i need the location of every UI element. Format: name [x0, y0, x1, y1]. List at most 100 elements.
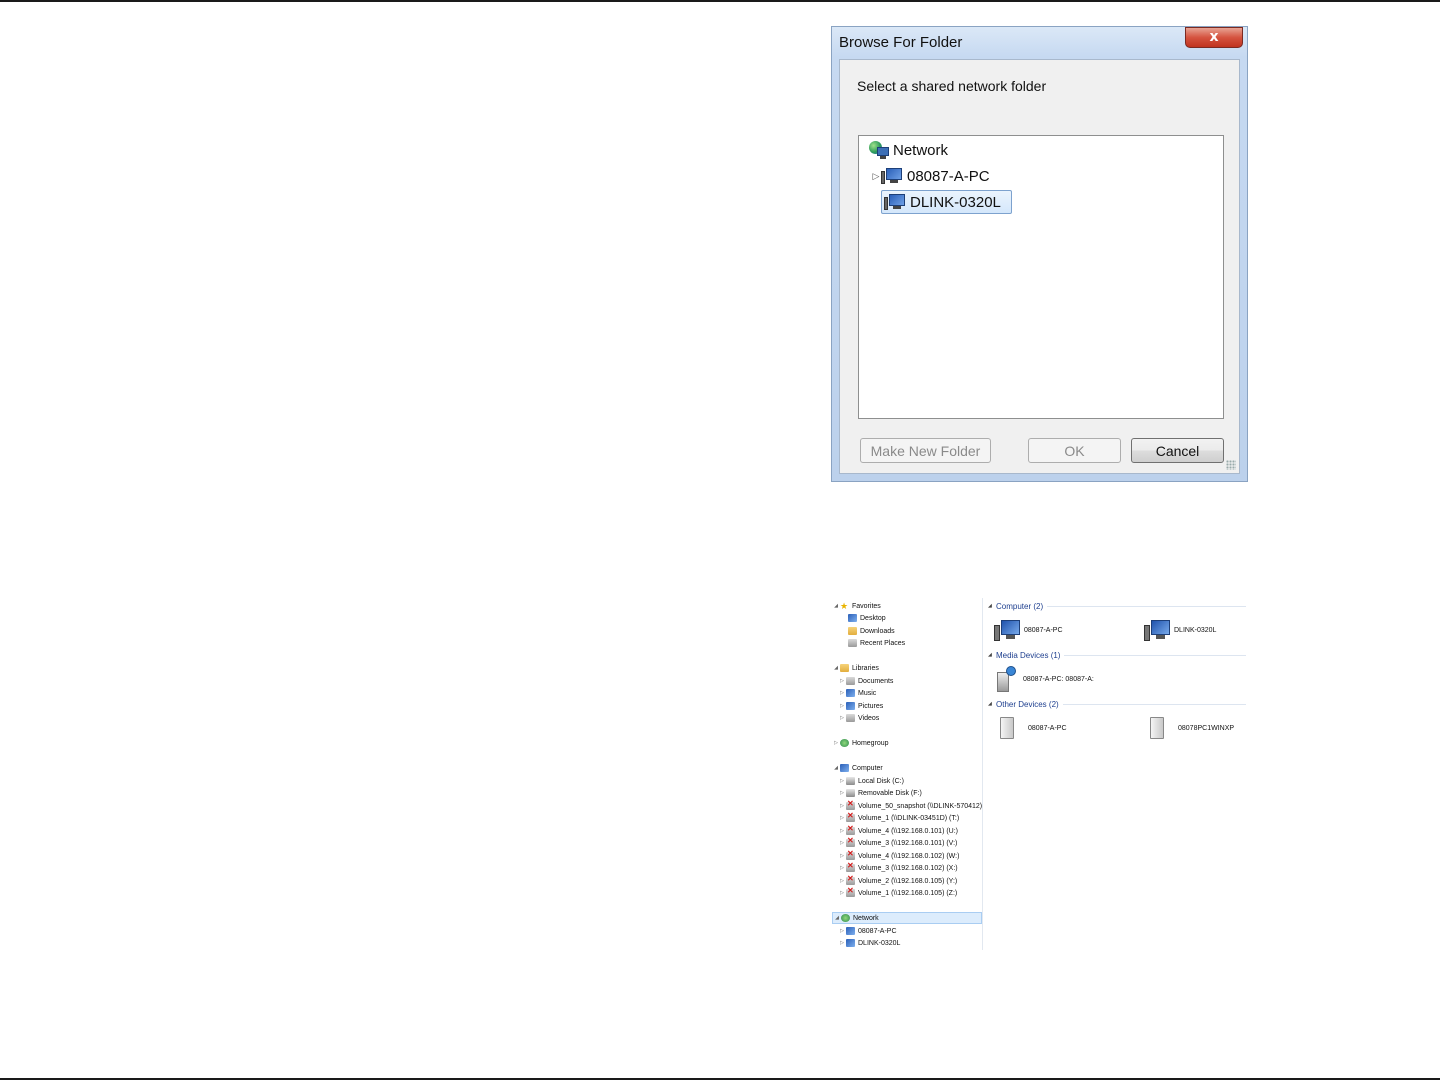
dialog-client-area: Select a shared network folder Network ▷…	[839, 59, 1240, 474]
device-label: 08087-A-PC	[1024, 626, 1063, 634]
disconnected-drive-icon	[846, 824, 855, 835]
removable-disk-icon	[846, 789, 855, 797]
nav-item-network[interactable]: ◢ Network	[832, 912, 982, 924]
navigation-pane: ◢ ★ Favorites Desktop Downloads Recent Pla…	[832, 598, 983, 950]
top-rule	[0, 0, 1440, 2]
nav-label: DLINK-0320L	[858, 939, 901, 947]
libraries-icon	[840, 664, 849, 672]
nas-device-icon	[1150, 717, 1164, 739]
close-button[interactable]: x	[1185, 27, 1243, 48]
device-item-media[interactable]: 08087-A-PC: 08087-A:	[997, 666, 1094, 692]
nav-item-volume[interactable]: ▷Volume_3 (\\192.168.0.101) (V:)	[838, 836, 958, 849]
folder-tree[interactable]: Network ▷ 08087-A-PC DLINK-0320L	[858, 135, 1224, 419]
nav-item-local-disk[interactable]: ▷ Local Disk (C:)	[838, 775, 904, 787]
tree-item-08087-a-pc[interactable]: ▷ 08087-A-PC	[871, 164, 990, 188]
computer-icon	[1144, 619, 1170, 641]
nav-label: Local Disk (C:)	[858, 777, 904, 785]
local-disk-icon	[846, 777, 855, 785]
device-label: 08087-A-PC	[1028, 724, 1067, 732]
collapse-arrow-icon: ◢	[988, 652, 992, 658]
nav-item-volume[interactable]: ▷Volume_2 (\\192.168.0.105) (Y:)	[838, 874, 958, 887]
nav-item-libraries[interactable]: ◢ Libraries	[832, 662, 879, 674]
ok-button[interactable]: OK	[1028, 438, 1121, 463]
disconnected-drive-icon	[846, 836, 855, 847]
disconnected-drive-icon	[846, 799, 855, 810]
expand-arrow-icon[interactable]: ▷	[871, 171, 881, 182]
pictures-icon	[846, 702, 855, 710]
dialog-prompt: Select a shared network folder	[857, 78, 1047, 94]
close-icon: x	[1209, 29, 1219, 45]
computer-icon	[994, 619, 1020, 641]
resize-grip-icon[interactable]	[1226, 460, 1236, 470]
device-item-computer[interactable]: 08087-A-PC	[994, 617, 1063, 643]
nav-label: Volume_3 (\\192.168.0.102) (X:)	[858, 864, 958, 872]
nav-item-desktop[interactable]: Desktop	[840, 612, 886, 624]
nav-item-volume[interactable]: ▷Volume_4 (\\192.168.0.101) (U:)	[838, 824, 959, 837]
nav-label: Recent Places	[860, 639, 906, 647]
nav-label: Videos	[858, 714, 880, 722]
nav-label: Volume_3 (\\192.168.0.101) (V:)	[858, 839, 958, 847]
nav-item-recent-places[interactable]: Recent Places	[840, 637, 905, 649]
browse-for-folder-dialog: Browse For Folder x Select a shared netw…	[831, 26, 1248, 482]
nav-item-favorites[interactable]: ◢ ★ Favorites	[832, 600, 881, 612]
group-header-other-devices[interactable]: ◢ Other Devices (2)	[988, 698, 1246, 710]
computer-icon	[840, 764, 849, 772]
nav-item-volume[interactable]: ▷Volume_1 (\\192.168.0.105) (Z:)	[838, 886, 957, 899]
explorer-window: ◢ ★ Favorites Desktop Downloads Recent Pla…	[832, 598, 1246, 950]
nav-label: Downloads	[860, 627, 895, 635]
device-item-computer[interactable]: DLINK-0320L	[1144, 617, 1216, 643]
nav-label: Favorites	[852, 602, 881, 610]
nav-item-downloads[interactable]: Downloads	[840, 625, 895, 637]
nav-item-removable-disk[interactable]: ▷ Removable Disk (F:)	[838, 787, 922, 799]
group-header-computer[interactable]: ◢ Computer (2)	[988, 600, 1246, 612]
nav-item-documents[interactable]: ▷ Documents	[838, 675, 893, 687]
device-label: 08087-A-PC: 08087-A:	[1023, 675, 1094, 683]
nav-label: Network	[853, 914, 879, 922]
device-label: 08078PC1WINXP	[1178, 724, 1235, 732]
nav-item-homegroup[interactable]: ▷ Homegroup	[832, 737, 889, 749]
nav-label: Volume_50_snapshot (\\DLINK-570412)	[858, 802, 983, 810]
make-new-folder-button[interactable]: Make New Folder	[860, 438, 991, 463]
desktop-icon	[848, 614, 857, 622]
music-icon	[846, 689, 855, 697]
nav-item-videos[interactable]: ▷ Videos	[838, 712, 879, 724]
device-item-other[interactable]: 08087-A-PC	[1000, 715, 1067, 741]
tree-item-dlink-0320l[interactable]: DLINK-0320L	[881, 190, 1012, 214]
tree-item-label: DLINK-0320L	[910, 193, 1001, 211]
tree-item-label: Network	[893, 141, 949, 159]
nav-item-08087-a-pc[interactable]: ▷ 08087-A-PC	[838, 925, 897, 937]
star-icon: ★	[840, 601, 849, 611]
dialog-title: Browse For Folder	[839, 34, 963, 51]
videos-icon	[846, 714, 855, 722]
documents-icon	[846, 677, 855, 685]
nav-label: Homegroup	[852, 739, 889, 747]
computer-icon	[846, 939, 855, 947]
nav-item-music[interactable]: ▷ Music	[838, 687, 876, 699]
nav-item-volume[interactable]: ▷Volume_3 (\\192.168.0.102) (X:)	[838, 861, 958, 874]
nav-label: Volume_4 (\\192.168.0.101) (U:)	[858, 827, 959, 835]
media-device-icon	[997, 666, 1017, 692]
collapse-arrow-icon: ◢	[988, 701, 992, 707]
recent-places-icon	[848, 639, 857, 647]
cancel-button[interactable]: Cancel	[1131, 438, 1224, 463]
nav-item-volume[interactable]: ▷Volume_50_snapshot (\\DLINK-570412)	[838, 799, 983, 812]
nav-label: Documents	[858, 677, 894, 685]
nas-device-icon	[1000, 717, 1014, 739]
device-item-other[interactable]: 08078PC1WINXP	[1150, 715, 1234, 741]
nav-item-computer[interactable]: ◢ Computer	[832, 762, 883, 774]
nav-item-dlink-0320l[interactable]: ▷ DLINK-0320L	[838, 937, 900, 949]
homegroup-icon	[840, 739, 849, 747]
tree-item-label: 08087-A-PC	[907, 167, 990, 185]
disconnected-drive-icon	[846, 861, 855, 872]
computer-icon	[881, 167, 903, 185]
nav-item-pictures[interactable]: ▷ Pictures	[838, 700, 883, 712]
nav-item-volume[interactable]: ▷Volume_4 (\\192.168.0.102) (W:)	[838, 849, 959, 862]
content-pane: ◢ Computer (2) 08087-A-PC DLINK-0320L ◢ Me…	[984, 598, 1246, 950]
tree-item-network[interactable]: Network	[869, 138, 948, 162]
group-header-media-devices[interactable]: ◢ Media Devices (1)	[988, 649, 1246, 661]
device-label: DLINK-0320L	[1174, 626, 1217, 634]
nav-label: Volume_2 (\\192.168.0.105) (Y:)	[858, 877, 958, 885]
nav-label: Computer	[852, 764, 883, 772]
nav-item-volume[interactable]: ▷Volume_1 (\\DLINK-03451D) (T:)	[838, 811, 959, 824]
nav-label: 08087-A-PC	[858, 927, 897, 935]
